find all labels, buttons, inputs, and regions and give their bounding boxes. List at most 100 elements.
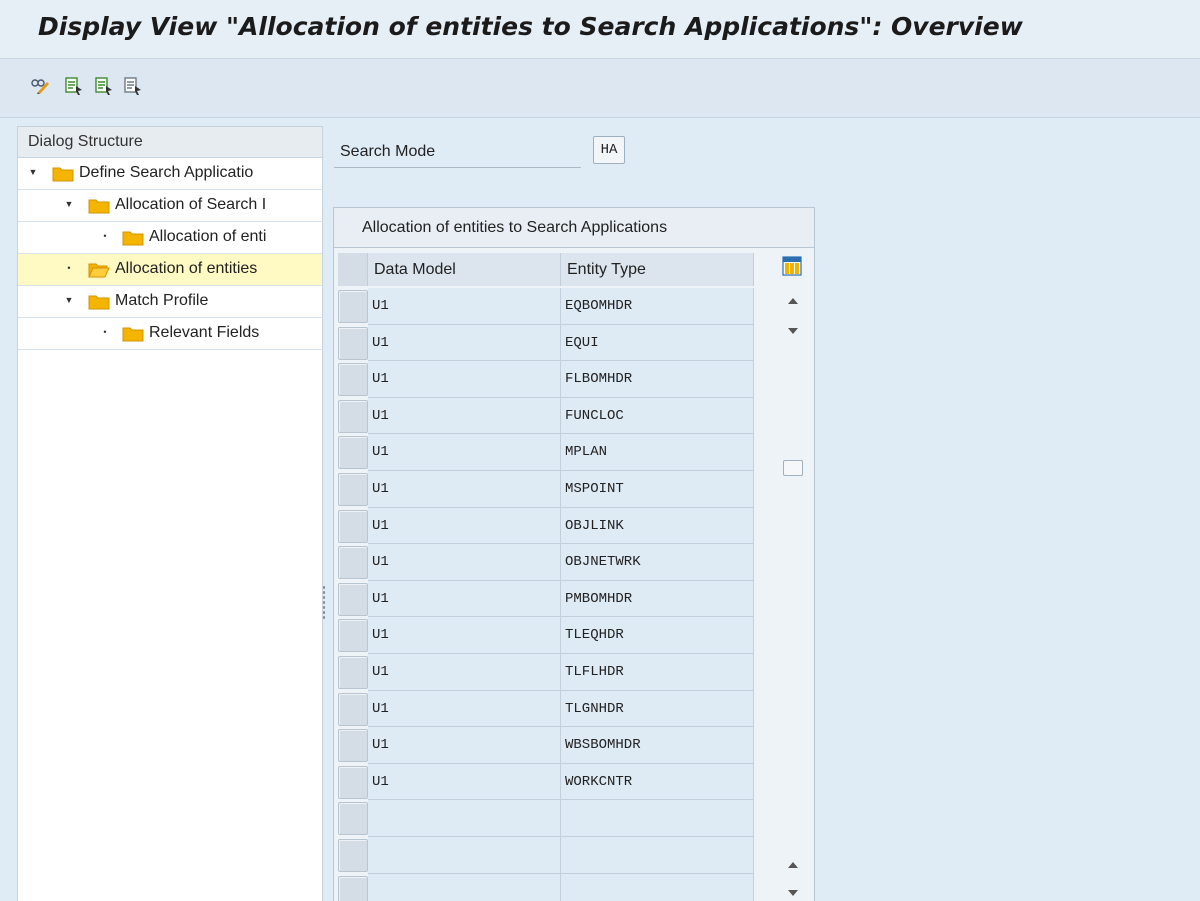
cell-entity-type[interactable]: TLFLHDR (561, 654, 754, 691)
row-selector[interactable] (338, 400, 368, 433)
row-selector[interactable] (338, 546, 368, 579)
table-row[interactable]: U1EQBOMHDR (334, 288, 774, 325)
tree-item-label: Allocation of Search I (115, 196, 266, 214)
tree-item-label: Match Profile (115, 292, 208, 310)
cell-data-model[interactable]: U1 (368, 581, 561, 618)
cell-entity-type[interactable]: MPLAN (561, 434, 754, 471)
table-row[interactable]: U1PMBOMHDR (334, 581, 774, 618)
cell-entity-type[interactable]: TLEQHDR (561, 617, 754, 654)
cell-entity-type[interactable] (561, 800, 754, 837)
page-up-icon[interactable] (785, 858, 801, 872)
title-bar: Display View "Allocation of entities to … (0, 0, 1200, 59)
cell-entity-type[interactable] (561, 874, 754, 901)
cell-data-model[interactable]: U1 (368, 434, 561, 471)
row-selector[interactable] (338, 327, 368, 360)
table-settings-icon[interactable] (782, 256, 802, 276)
select-block-button[interactable] (93, 75, 115, 97)
row-selector[interactable] (338, 363, 368, 396)
search-mode-field[interactable]: HA (593, 136, 625, 164)
tree-item-match-profile[interactable]: ▼ Match Profile (18, 286, 322, 318)
scroll-up-icon[interactable] (785, 294, 801, 308)
folder-icon (122, 229, 144, 246)
cell-data-model[interactable]: U1 (368, 471, 561, 508)
leaf-bullet-icon: • (100, 327, 110, 337)
tree-item-label: Relevant Fields (149, 324, 259, 342)
column-header-data-model[interactable]: Data Model (368, 253, 561, 286)
table-row[interactable]: U1FUNCLOC (334, 398, 774, 435)
expand-triangle-icon[interactable]: ▼ (64, 199, 74, 209)
table-row[interactable]: U1TLEQHDR (334, 617, 774, 654)
table-row[interactable]: U1TLGNHDR (334, 691, 774, 728)
table-row[interactable]: U1MSPOINT (334, 471, 774, 508)
scroll-down-icon[interactable] (785, 324, 801, 338)
cell-entity-type[interactable]: WBSBOMHDR (561, 727, 754, 764)
table-row[interactable]: U1TLFLHDR (334, 654, 774, 691)
cell-data-model[interactable]: U1 (368, 325, 561, 362)
row-selector[interactable] (338, 766, 368, 799)
table-row[interactable]: U1EQUI (334, 325, 774, 362)
row-selector[interactable] (338, 876, 368, 901)
cell-data-model[interactable]: U1 (368, 617, 561, 654)
cell-data-model[interactable]: U1 (368, 691, 561, 728)
row-selector[interactable] (338, 619, 368, 652)
table-row[interactable]: U1OBJNETWRK (334, 544, 774, 581)
expand-triangle-icon[interactable]: ▼ (28, 167, 38, 177)
cell-data-model[interactable]: U1 (368, 398, 561, 435)
display-change-button[interactable] (29, 75, 51, 97)
cell-data-model[interactable]: U1 (368, 654, 561, 691)
pane-splitter[interactable] (322, 585, 326, 619)
cell-data-model[interactable]: U1 (368, 764, 561, 801)
select-all-button[interactable] (63, 75, 85, 97)
row-selector[interactable] (338, 656, 368, 689)
cell-entity-type[interactable]: OBJLINK (561, 508, 754, 545)
row-selector[interactable] (338, 510, 368, 543)
page-down-icon[interactable] (785, 886, 801, 900)
table-row[interactable]: U1MPLAN (334, 434, 774, 471)
cell-data-model[interactable]: U1 (368, 727, 561, 764)
cell-entity-type[interactable]: PMBOMHDR (561, 581, 754, 618)
cell-data-model[interactable] (368, 837, 561, 874)
cell-data-model[interactable]: U1 (368, 361, 561, 398)
cell-entity-type[interactable]: EQBOMHDR (561, 288, 754, 325)
cell-entity-type[interactable]: FUNCLOC (561, 398, 754, 435)
table-row[interactable] (334, 837, 774, 874)
tree-item-define-search-applications[interactable]: ▼ Define Search Applicatio (18, 158, 322, 190)
cell-entity-type[interactable]: MSPOINT (561, 471, 754, 508)
cell-entity-type[interactable]: EQUI (561, 325, 754, 362)
cell-entity-type[interactable]: OBJNETWRK (561, 544, 754, 581)
row-selector[interactable] (338, 693, 368, 726)
row-selector[interactable] (338, 729, 368, 762)
cell-entity-type[interactable]: WORKCNTR (561, 764, 754, 801)
table-row[interactable]: U1WBSBOMHDR (334, 727, 774, 764)
row-selector[interactable] (338, 290, 368, 323)
deselect-all-button[interactable] (122, 75, 144, 97)
scroll-thumb[interactable] (783, 460, 803, 476)
column-header-entity-type[interactable]: Entity Type (561, 253, 754, 286)
cell-entity-type[interactable]: FLBOMHDR (561, 361, 754, 398)
tree-item-allocation-of-search[interactable]: ▼ Allocation of Search I (18, 190, 322, 222)
cell-data-model[interactable] (368, 800, 561, 837)
tree-item-allocation-of-entities[interactable]: • Allocation of entities (18, 254, 322, 286)
row-selector[interactable] (338, 839, 368, 872)
cell-data-model[interactable]: U1 (368, 508, 561, 545)
row-selector[interactable] (338, 436, 368, 469)
cell-data-model[interactable]: U1 (368, 288, 561, 325)
table-row[interactable] (334, 800, 774, 837)
cell-entity-type[interactable]: TLGNHDR (561, 691, 754, 728)
row-selector[interactable] (338, 802, 368, 835)
table-row[interactable]: U1OBJLINK (334, 508, 774, 545)
tree-item-relevant-fields[interactable]: • Relevant Fields (18, 318, 322, 350)
cell-entity-type[interactable] (561, 837, 754, 874)
tree-item-allocation-of-entities-sub[interactable]: • Allocation of enti (18, 222, 322, 254)
table-row[interactable] (334, 874, 774, 901)
row-selector[interactable] (338, 473, 368, 506)
cell-data-model[interactable] (368, 874, 561, 901)
vertical-scrollbar[interactable] (779, 288, 809, 901)
expand-triangle-icon[interactable]: ▼ (64, 295, 74, 305)
table-row[interactable]: U1FLBOMHDR (334, 361, 774, 398)
select-all-rows-button[interactable] (338, 253, 368, 286)
cell-data-model[interactable]: U1 (368, 544, 561, 581)
table-row[interactable]: U1WORKCNTR (334, 764, 774, 801)
dialog-structure-header: Dialog Structure (18, 127, 322, 158)
row-selector[interactable] (338, 583, 368, 616)
